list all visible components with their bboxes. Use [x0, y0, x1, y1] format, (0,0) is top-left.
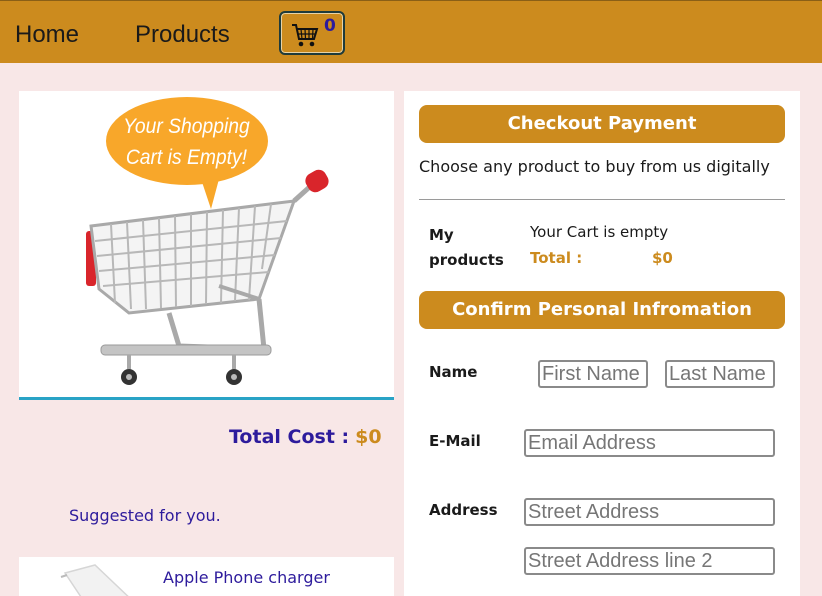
shopping-cart-icon	[292, 24, 319, 47]
cart-button[interactable]: 0	[279, 11, 345, 55]
nav-home-link[interactable]: Home	[15, 21, 79, 49]
total-cost-label: Total Cost :	[229, 426, 350, 448]
last-name-input[interactable]	[665, 360, 775, 388]
checkout-total-value: $0	[652, 249, 673, 267]
speech-bubble: Your Shopping Cart is Empty!	[106, 97, 268, 209]
bubble-line-2: Cart is Empty!	[126, 146, 248, 169]
email-label: E-Mail	[429, 432, 481, 450]
empty-cart-panel: Your Shopping Cart is Empty!	[19, 91, 394, 400]
email-input[interactable]	[524, 429, 775, 457]
street-address-line2-input[interactable]	[524, 547, 775, 575]
suggested-product-name[interactable]: Apple Phone charger	[163, 568, 330, 587]
my-products-label: My products	[429, 226, 504, 269]
navbar: Home Products 0	[0, 0, 822, 63]
checkout-description: Choose any product to buy from us digita…	[419, 157, 770, 176]
checkout-total-label: Total :	[530, 249, 583, 267]
first-name-input[interactable]	[538, 360, 648, 388]
suggested-heading: Suggested for you.	[69, 506, 221, 525]
checkout-payment-header: Checkout Payment	[419, 105, 785, 143]
checkout-panel: Checkout Payment Choose any product to b…	[404, 91, 800, 596]
total-cost: Total Cost : $0	[229, 426, 382, 448]
bubble-line-1: Your Shopping	[123, 115, 250, 138]
divider	[419, 199, 785, 200]
cart-status: Your Cart is empty	[530, 223, 669, 241]
total-cost-value: $0	[355, 426, 382, 448]
nav-products-link[interactable]: Products	[135, 21, 230, 49]
name-label: Name	[429, 363, 478, 381]
suggested-product-card[interactable]: Apple Phone charger	[19, 557, 394, 596]
charger-image-icon	[60, 564, 129, 596]
confirm-info-header: Confirm Personal Infromation	[419, 291, 785, 329]
address-label: Address	[429, 501, 498, 519]
street-address-input[interactable]	[524, 498, 775, 526]
cart-count-badge: 0	[324, 16, 336, 36]
empty-cart-illustration: Your Shopping Cart is Empty!	[86, 97, 329, 385]
